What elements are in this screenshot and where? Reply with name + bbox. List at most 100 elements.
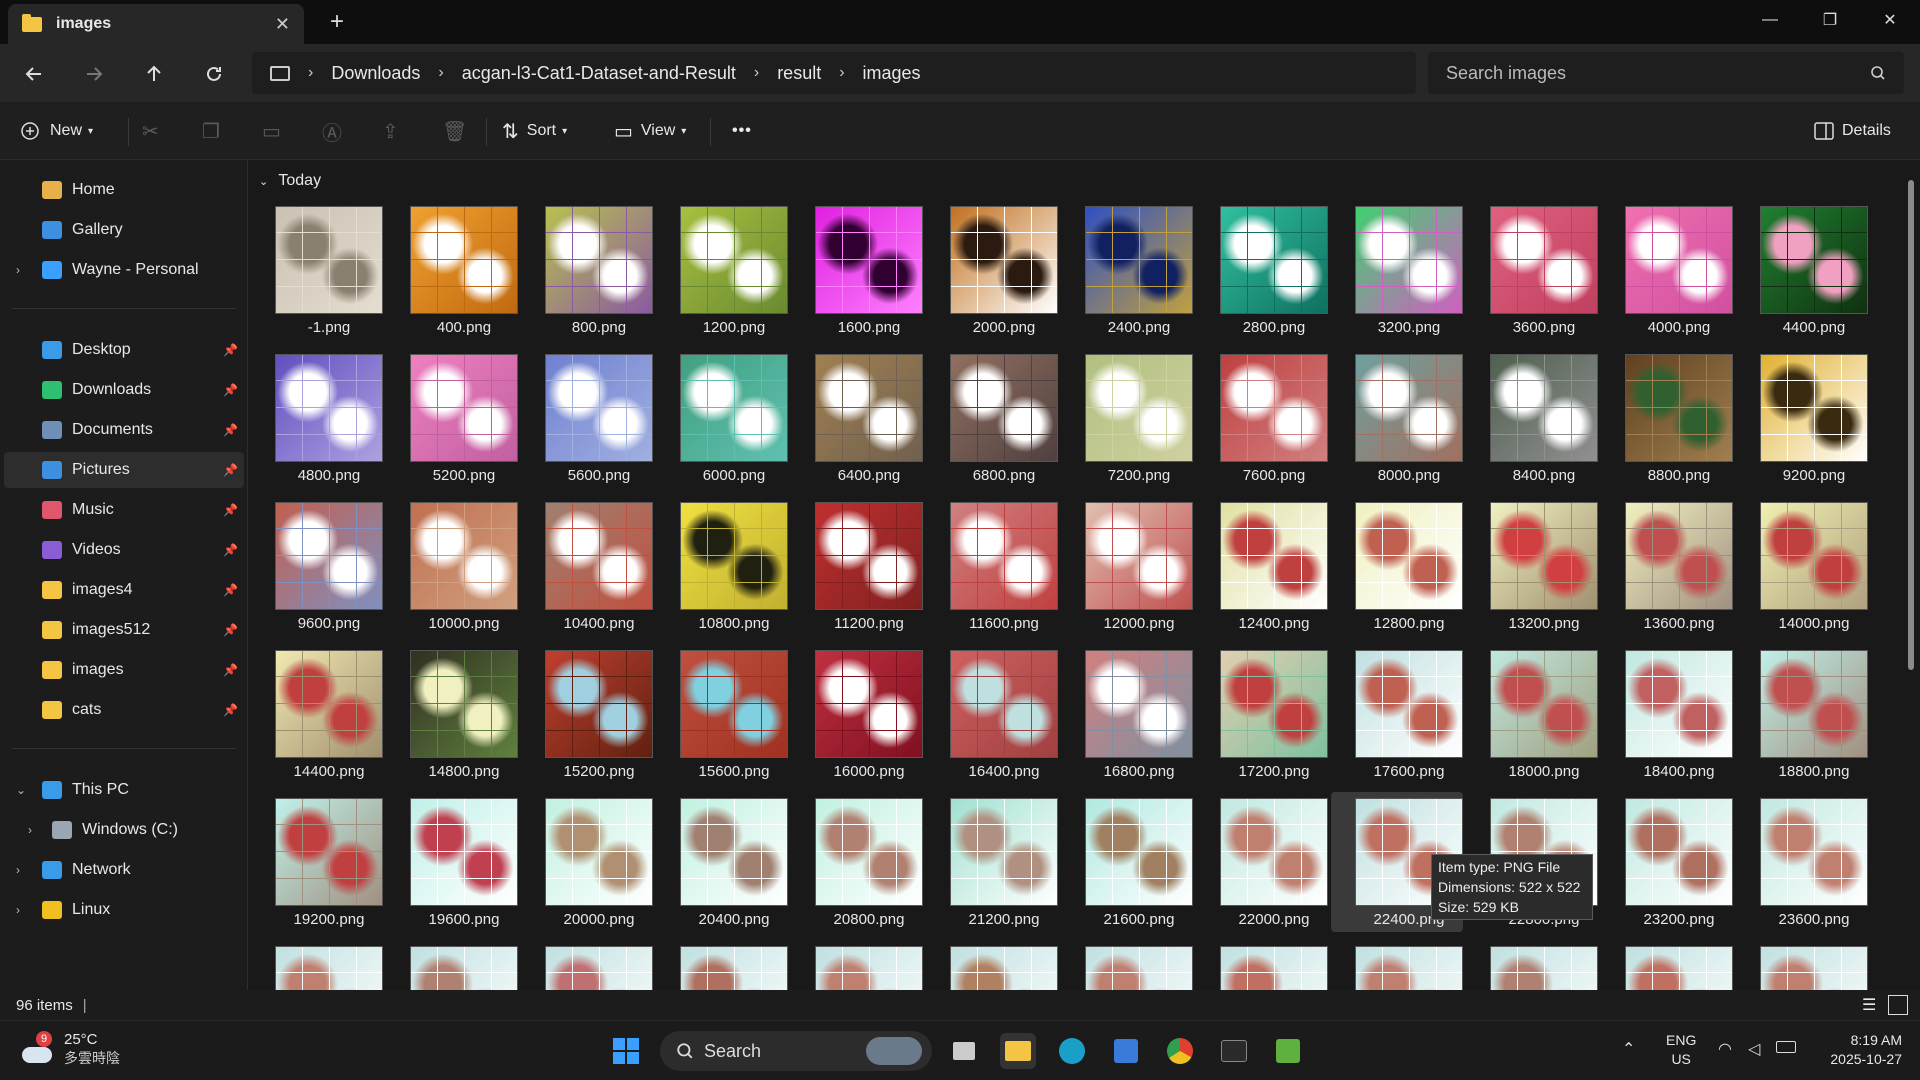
image-thumbnail[interactable] [1490,650,1598,758]
chevron-right-icon[interactable]: › [438,64,443,82]
pin-icon[interactable]: 📌 [223,423,238,437]
search-box[interactable]: Search images [1428,52,1904,94]
file-item[interactable]: 8800.png [1601,348,1733,488]
clock[interactable]: 8:19 AM 2025-10-27 [1812,1031,1902,1069]
image-thumbnail[interactable] [680,650,788,758]
sidebar-item-images[interactable]: images 📌 [4,652,244,688]
pin-icon[interactable]: 📌 [223,623,238,637]
file-item[interactable]: 23200.png [1601,792,1733,932]
file-item[interactable]: 20000.png [521,792,653,932]
file-item[interactable]: 15200.png [521,644,653,784]
image-thumbnail[interactable] [1355,946,1463,990]
file-item[interactable]: 17600.png [1331,644,1463,784]
image-thumbnail[interactable] [1085,946,1193,990]
sidebar-item-home[interactable]: Home [4,172,244,208]
file-item[interactable]: 13600.png [1601,496,1733,636]
refresh-button[interactable] [196,56,232,92]
file-item[interactable]: 11600.png [926,496,1058,636]
file-item[interactable] [926,940,1058,990]
image-viewer-icon[interactable] [1270,1033,1306,1069]
image-thumbnail[interactable] [275,650,383,758]
pin-icon[interactable]: 📌 [223,463,238,477]
image-thumbnail[interactable] [1220,354,1328,462]
image-thumbnail[interactable] [1220,798,1328,906]
breadcrumb-dataset[interactable]: acgan-l3-Cat1-Dataset-and-Result [462,63,736,84]
image-thumbnail[interactable] [815,798,923,906]
file-item[interactable]: -1.png [251,200,383,340]
image-thumbnail[interactable] [1760,946,1868,990]
image-thumbnail[interactable] [1760,354,1868,462]
weather-widget[interactable]: 9 25°C 多雲時陰 [20,1030,120,1068]
image-thumbnail[interactable] [410,650,518,758]
delete-icon[interactable]: 🗑 [442,116,467,146]
image-thumbnail[interactable] [815,946,923,990]
sidebar-item-gallery[interactable]: Gallery [4,212,244,248]
up-button[interactable] [136,56,172,92]
file-item[interactable]: 1200.png [656,200,788,340]
sidebar-item-windows-c[interactable]: › Windows (C:) [4,812,244,848]
image-thumbnail[interactable] [950,946,1058,990]
file-item[interactable]: 8400.png [1466,348,1598,488]
image-thumbnail[interactable] [1625,354,1733,462]
image-thumbnail[interactable] [410,502,518,610]
image-thumbnail[interactable] [410,206,518,314]
pin-icon[interactable]: 📌 [223,343,238,357]
file-item[interactable]: 1600.png [791,200,923,340]
sidebar-item-music[interactable]: Music 📌 [4,492,244,528]
file-item[interactable]: 5200.png [386,348,518,488]
file-item[interactable]: 23600.png [1736,792,1868,932]
image-thumbnail[interactable] [1760,206,1868,314]
file-item[interactable]: 3200.png [1331,200,1463,340]
file-item[interactable]: 17200.png [1196,644,1328,784]
pin-icon[interactable]: 📌 [223,703,238,717]
image-thumbnail[interactable] [1490,354,1598,462]
pin-icon[interactable]: 📌 [223,543,238,557]
file-item[interactable] [1601,940,1733,990]
chevron-down-icon[interactable]: ⌄ [16,783,26,797]
breadcrumb-images[interactable]: images [863,63,921,84]
file-item[interactable]: 5600.png [521,348,653,488]
details-view-icon[interactable]: ☰ [1862,995,1876,1015]
file-item[interactable]: 4800.png [251,348,383,488]
image-thumbnail[interactable] [1220,206,1328,314]
file-item[interactable]: 16800.png [1061,644,1193,784]
file-item[interactable]: 18000.png [1466,644,1598,784]
image-thumbnail[interactable] [1625,946,1733,990]
file-item[interactable]: 9200.png [1736,348,1868,488]
new-button[interactable]: New ▾ [20,116,93,146]
group-header-today[interactable]: ⌄ Today [259,172,321,190]
image-thumbnail[interactable] [410,798,518,906]
file-item[interactable]: 2000.png [926,200,1058,340]
chevron-right-icon[interactable]: › [839,64,844,82]
file-item[interactable] [251,940,383,990]
share-icon[interactable]: ⇪ [382,116,399,146]
file-item[interactable]: 20800.png [791,792,923,932]
file-item[interactable]: 10000.png [386,496,518,636]
image-thumbnail[interactable] [275,206,383,314]
file-item[interactable]: 11200.png [791,496,923,636]
battery-icon[interactable] [1776,1041,1796,1053]
task-view-icon[interactable] [946,1033,982,1069]
file-item[interactable]: 16000.png [791,644,923,784]
image-thumbnail[interactable] [950,502,1058,610]
this-pc-icon[interactable] [270,65,290,81]
pin-icon[interactable]: 📌 [223,383,238,397]
sidebar-item-images512[interactable]: images512 📌 [4,612,244,648]
image-thumbnail[interactable] [1355,206,1463,314]
taskbar-search[interactable]: Search [660,1031,932,1071]
more-options-button[interactable]: ••• [732,116,752,146]
paste-icon[interactable]: ▭ [262,116,281,146]
image-thumbnail[interactable] [950,650,1058,758]
view-button[interactable]: ▭ View ▾ [614,116,686,146]
tab-images[interactable]: images ✕ [8,4,304,44]
file-item[interactable]: 7600.png [1196,348,1328,488]
image-thumbnail[interactable] [815,650,923,758]
pin-icon[interactable]: 📌 [223,583,238,597]
image-thumbnail[interactable] [275,946,383,990]
image-thumbnail[interactable] [275,354,383,462]
image-thumbnail[interactable] [815,502,923,610]
image-thumbnail[interactable] [1625,650,1733,758]
file-item[interactable] [386,940,518,990]
file-item[interactable] [656,940,788,990]
file-item[interactable] [1196,940,1328,990]
